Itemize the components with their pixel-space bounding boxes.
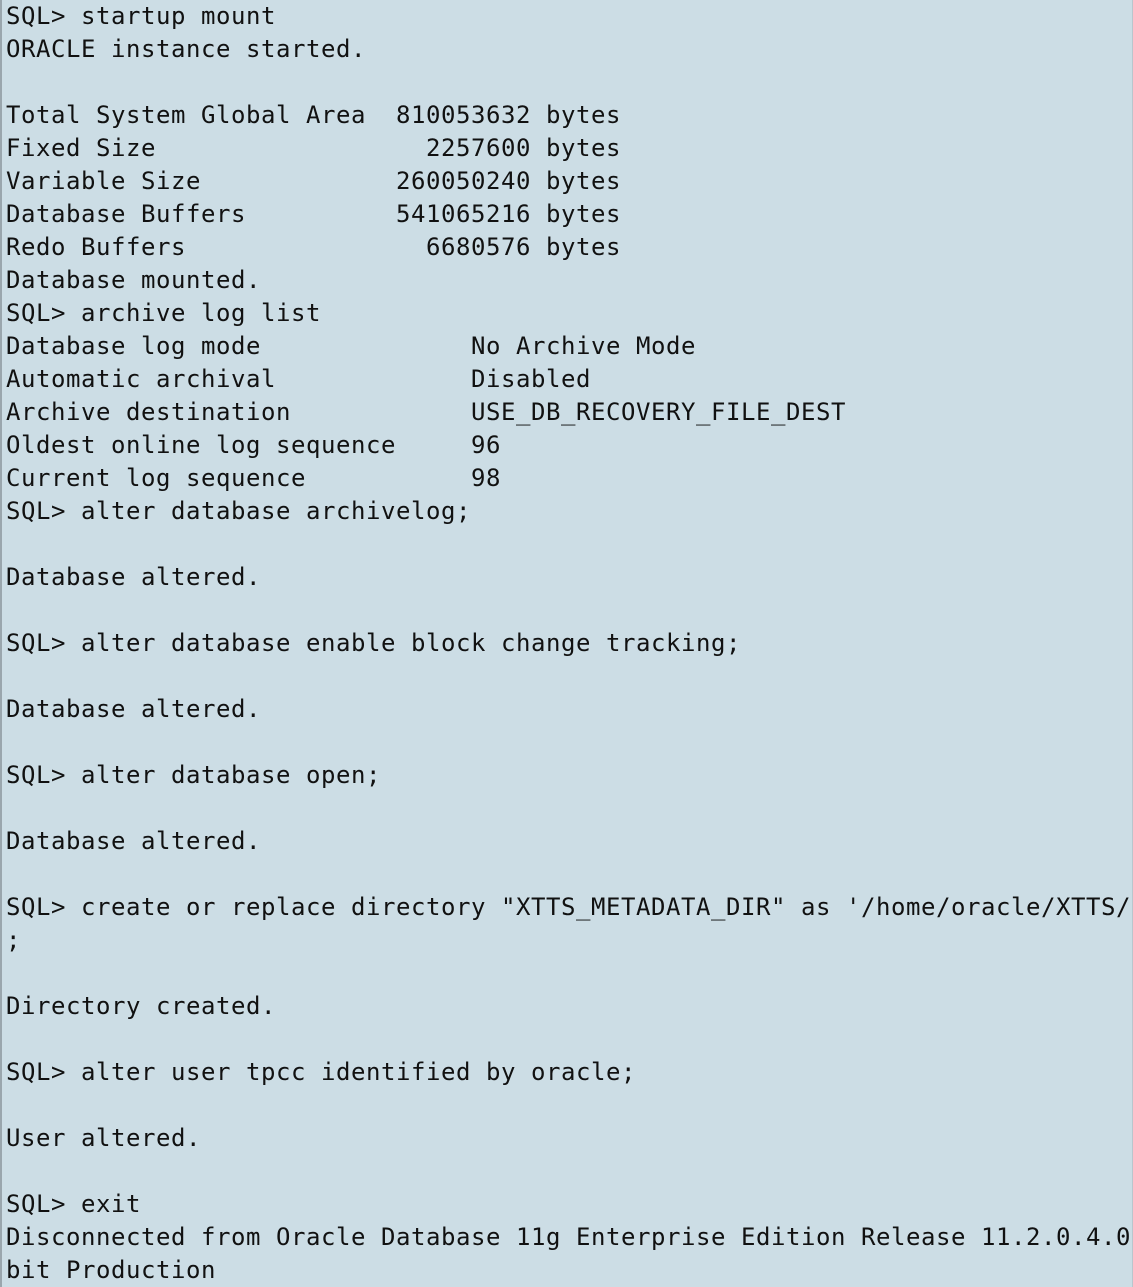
terminal-line: Database mounted. — [6, 266, 261, 294]
terminal-line: SQL> alter database enable block change … — [6, 629, 741, 657]
terminal-line: SQL> alter user tpcc identified by oracl… — [6, 1058, 636, 1086]
terminal-line: Variable Size 260050240 bytes — [6, 167, 621, 195]
terminal-line: bit Production — [6, 1256, 216, 1284]
terminal-line: Archive destination USE_DB_RECOVERY_FILE… — [6, 398, 846, 426]
terminal-line: Total System Global Area 810053632 bytes — [6, 101, 621, 129]
terminal-line: SQL> archive log list — [6, 299, 321, 327]
terminal-line: SQL> startup mount — [6, 2, 276, 30]
terminal-line: User altered. — [6, 1124, 201, 1152]
terminal-line: Redo Buffers 6680576 bytes — [6, 233, 621, 261]
terminal-line: ORACLE instance started. — [6, 35, 366, 63]
terminal-line: Database altered. — [6, 563, 261, 591]
terminal-output: SQL> startup mount ORACLE instance start… — [6, 0, 1132, 1287]
terminal-line: Database altered. — [6, 695, 261, 723]
terminal-line: SQL> alter database open; — [6, 761, 381, 789]
terminal-line: SQL> exit — [6, 1190, 141, 1218]
terminal-line: Oldest online log sequence 96 — [6, 431, 501, 459]
terminal-line: Directory created. — [6, 992, 276, 1020]
terminal-line: SQL> alter database archivelog; — [6, 497, 471, 525]
terminal-line: SQL> create or replace directory "XTTS_M… — [6, 893, 1132, 921]
terminal-line: Automatic archival Disabled — [6, 365, 591, 393]
terminal-line: Fixed Size 2257600 bytes — [6, 134, 621, 162]
terminal-line: ; — [6, 926, 21, 954]
terminal-line: Current log sequence 98 — [6, 464, 501, 492]
terminal-line: Database log mode No Archive Mode — [6, 332, 696, 360]
terminal-line: Database Buffers 541065216 bytes — [6, 200, 621, 228]
terminal-line: Database altered. — [6, 827, 261, 855]
terminal-line: Disconnected from Oracle Database 11g En… — [6, 1223, 1132, 1251]
terminal-window[interactable]: SQL> startup mount ORACLE instance start… — [0, 0, 1133, 1287]
